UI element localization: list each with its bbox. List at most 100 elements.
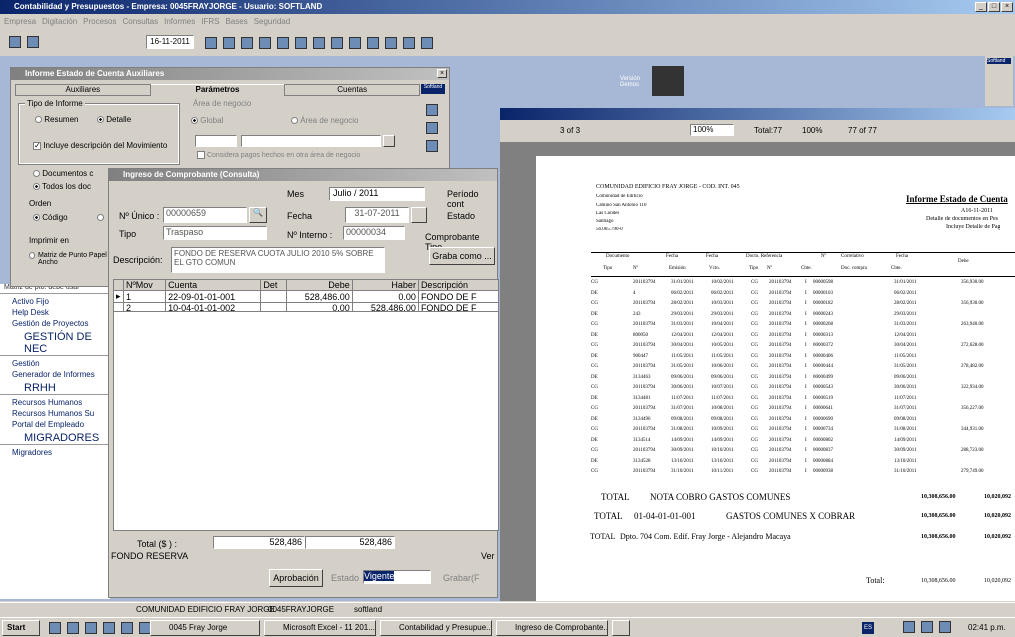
area-name-field[interactable] [241, 135, 381, 147]
ie-icon[interactable] [49, 622, 61, 634]
sidebar-item-activo-fijo[interactable]: Activo Fijo [12, 296, 98, 307]
menu-empresa[interactable]: Empresa [4, 17, 36, 26]
minimize-button[interactable]: _ [975, 2, 987, 12]
report-cell: 3134481 [633, 395, 651, 401]
report-cell: I [805, 374, 807, 380]
menu-informes[interactable]: Informes [164, 17, 195, 26]
sidebar-item-portal[interactable]: Portal del Empleado [12, 419, 98, 430]
app-icon[interactable] [85, 622, 97, 634]
menu-procesos[interactable]: Procesos [83, 17, 116, 26]
calendar-icon[interactable] [411, 207, 427, 223]
tab-parametros[interactable]: Parámetros [150, 84, 285, 96]
area-search-button[interactable] [383, 135, 395, 147]
report-h3: Camino San Antonio 110 [596, 203, 647, 208]
lang-indicator[interactable]: ES [862, 622, 874, 634]
info-icon[interactable] [403, 37, 415, 49]
report-cell: 10/07/2011 [711, 385, 734, 390]
aprobacion-button[interactable]: Aprobación [269, 569, 323, 587]
tray-icon-1[interactable] [903, 621, 915, 633]
sidebar-item-help-desk[interactable]: Help Desk [12, 307, 98, 318]
task-fray-jorge[interactable]: 0045 Fray Jorge [150, 620, 260, 636]
excel-icon[interactable] [426, 140, 438, 152]
maximize-button[interactable]: □ [988, 2, 1000, 12]
area-code-field[interactable] [195, 135, 237, 147]
zoom-select[interactable]: 100% [690, 124, 734, 136]
radio-docs2[interactable]: Todos los doc [33, 182, 91, 191]
globe-icon[interactable] [277, 37, 289, 49]
book-icon[interactable] [295, 37, 307, 49]
word-icon[interactable] [67, 622, 79, 634]
menu-ifrs[interactable]: IFRS [201, 17, 219, 26]
excel-icon-2[interactable] [121, 622, 133, 634]
informe-close-button[interactable]: × [437, 69, 447, 78]
menu-bases[interactable]: Bases [225, 17, 247, 26]
list-icon[interactable] [367, 37, 379, 49]
close-button[interactable]: × [1001, 2, 1013, 12]
tray-icon-3[interactable] [939, 621, 951, 633]
tools-icon[interactable] [331, 37, 343, 49]
grabar-button[interactable]: Grabar(F [443, 573, 480, 583]
tipo-select[interactable]: Traspaso [163, 226, 267, 240]
audio-icon[interactable] [421, 37, 433, 49]
considera-checkbox[interactable]: Considera pagos hechos en otra área de n… [197, 151, 360, 159]
date-field[interactable]: 16-11-2011 [146, 35, 194, 49]
task-excel[interactable]: Microsoft Excel - 11 201... [264, 620, 376, 636]
estado-select[interactable]: Vigente [363, 570, 431, 584]
desc-field[interactable]: FONDO DE RESERVA CUOTA JULIO 2010 5% SOB… [171, 247, 385, 273]
window-icon[interactable] [349, 37, 361, 49]
start-button[interactable]: Start [2, 620, 40, 636]
preview-icon[interactable] [426, 122, 438, 134]
sidebar-item-proyectos[interactable]: Gestión de Proyectos [12, 318, 98, 329]
sidebar-item-rrhh[interactable]: Recursos Humanos [12, 397, 98, 408]
task-contabilidad[interactable]: Contabilidad y Presupue... [380, 620, 492, 636]
report-cell: 09/06/2011 [711, 374, 734, 380]
help-icon[interactable] [385, 37, 397, 49]
report-icon[interactable] [241, 37, 253, 49]
printer-icon[interactable] [426, 104, 438, 116]
fecha-field[interactable]: 31-07-2011 [345, 207, 409, 223]
report-cell: 09/06/2011 [894, 374, 917, 380]
chart-icon[interactable] [259, 37, 271, 49]
radio-matriz[interactable]: Matriz de Punto Papel Ancho [29, 252, 109, 266]
sidebar-item-gestion[interactable]: Gestión [12, 358, 98, 369]
search-icon[interactable]: 🔍 [249, 207, 267, 223]
radio-area[interactable]: Área de negocio [291, 116, 359, 125]
report-cell: CG [751, 343, 758, 348]
menu-consultas[interactable]: Consultas [123, 17, 159, 26]
radio-codigo[interactable]: Código [33, 213, 68, 222]
exit-icon[interactable] [313, 37, 325, 49]
radio-detalle[interactable]: Detalle [97, 115, 131, 124]
report-row: DE 3134463 09/06/2011 09/06/2011 CG 201103794… [591, 375, 1015, 386]
new-icon[interactable] [27, 36, 39, 48]
binoculars-icon[interactable] [205, 37, 217, 49]
task-viewer[interactable] [612, 620, 630, 636]
nunico-field[interactable]: 00000659 [163, 207, 247, 223]
report-cell: 3134528 [633, 458, 651, 464]
incluye-checkbox[interactable]: ✓ Incluye descripción del Movimiento [33, 141, 167, 150]
radio-resumen[interactable]: Resumen [35, 115, 78, 124]
sidebar: Matriz de pto. debe usar Activo Fijo Hel… [0, 284, 110, 599]
task-comprobante[interactable]: Ingreso de Comprobante... [496, 620, 608, 636]
report-row: DE 4 06/02/2011 06/02/2011 CG 201103794 I 00000… [591, 291, 1015, 302]
tray-icon-2[interactable] [921, 621, 933, 633]
table-row[interactable]: ▸ 1 22-09-01-01-001 528,486.00 0.00 FONDO DE … [113, 290, 500, 303]
radio-orden-2[interactable] [97, 213, 104, 222]
hdr-correlativo: Correlativo [841, 254, 864, 259]
tab-cuentas[interactable]: Cuentas [284, 84, 421, 96]
folder-icon[interactable] [9, 36, 21, 48]
menu-seguridad[interactable]: Seguridad [254, 17, 290, 26]
menu-digitacion[interactable]: Digitación [42, 17, 77, 26]
mes-select[interactable]: Julio / 2011 [329, 187, 425, 201]
sidebar-item-migradores[interactable]: Migradores [12, 447, 98, 458]
radio-global[interactable]: Global [191, 116, 223, 125]
graba-button[interactable]: Graba como ... [429, 247, 495, 265]
sidebar-item-rrhh-su[interactable]: Recursos Humanos Su [12, 408, 98, 419]
ninterno-field[interactable]: 00000034 [343, 226, 405, 240]
radio-docs1[interactable]: Documentos c [33, 169, 93, 178]
demo-label: Versión Demos [620, 76, 641, 88]
calc-icon[interactable] [223, 37, 235, 49]
folder-icon-2[interactable] [103, 622, 115, 634]
sidebar-item-generador[interactable]: Generador de Informes [12, 369, 98, 380]
report-sub1: Detalle de documentos en Pes [926, 216, 998, 222]
tab-auxiliares[interactable]: Auxiliares [15, 84, 151, 96]
